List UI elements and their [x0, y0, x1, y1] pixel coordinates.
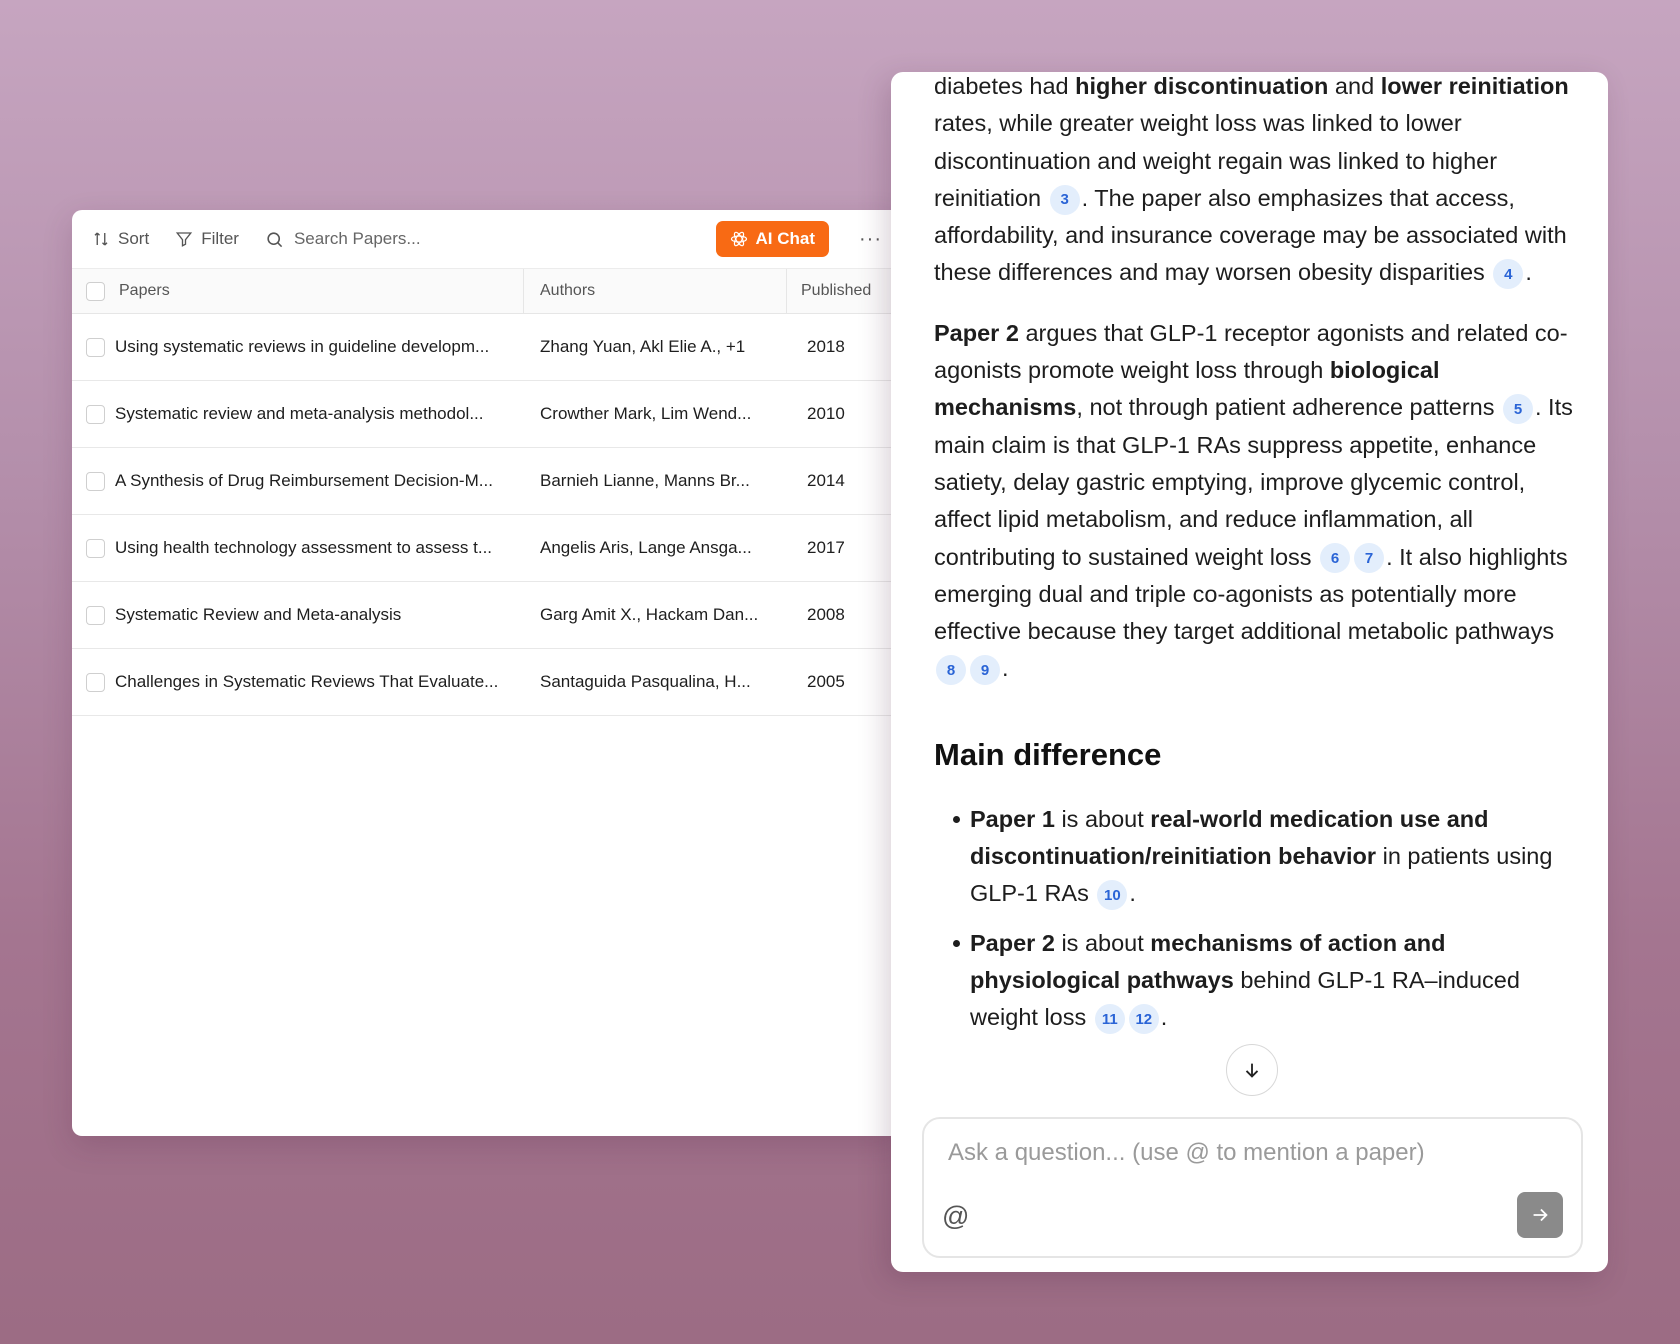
chat-composer: @ [922, 1117, 1583, 1258]
paper-authors: Angelis Aris, Lange Ansga... [540, 538, 752, 557]
bold-span: higher discontinuation [1075, 73, 1329, 99]
citation-badge[interactable]: 5 [1503, 394, 1533, 425]
sort-label: Sort [118, 229, 150, 248]
text-span: argues that GLP-1 receptor agonists and … [934, 319, 1568, 384]
paper-year: 2014 [807, 471, 845, 490]
bold-span: lower reinitiation [1380, 73, 1569, 99]
mention-button[interactable]: @ [942, 1201, 969, 1232]
paper-title-cell: A Synthesis of Drug Reimbursement Decisi… [72, 471, 524, 491]
list-item: Paper 2 is about mechanisms of action an… [953, 925, 1574, 1037]
table-row[interactable]: Systematic Review and Meta-analysis Garg… [72, 582, 902, 649]
citation-badge[interactable]: 12 [1128, 1004, 1159, 1035]
difference-list: Paper 1 is about real-world medication u… [934, 801, 1574, 1037]
citation-badge[interactable]: 11 [1094, 1004, 1125, 1035]
paper-title-cell: Systematic review and meta-analysis meth… [72, 404, 524, 424]
paper-year: 2018 [807, 337, 845, 356]
citation-badge[interactable]: 8 [936, 655, 966, 686]
paper-title: Challenges in Systematic Reviews That Ev… [115, 672, 499, 691]
citation-badge[interactable]: 6 [1320, 543, 1351, 574]
arrow-down-icon [1245, 1063, 1259, 1078]
select-all-checkbox[interactable] [86, 281, 105, 301]
arrow-right-icon [1533, 1208, 1548, 1222]
question-input[interactable] [948, 1139, 1548, 1179]
row-checkbox[interactable] [86, 337, 105, 357]
text-span: . [1002, 655, 1009, 682]
paper-authors: Santaguida Pasqualina, H... [540, 672, 751, 691]
column-label-published: Published [801, 282, 872, 299]
row-checkbox[interactable] [86, 471, 105, 491]
row-checkbox[interactable] [86, 538, 105, 558]
papers-window: Sort Filter AI Chat ··· Papers Authors P… [72, 210, 902, 1136]
text-span: is about [1054, 805, 1151, 832]
column-header-papers[interactable]: Papers [72, 269, 524, 313]
column-header-published[interactable]: Published [787, 269, 871, 313]
bold-span: Paper 1 [970, 805, 1055, 832]
paper-title-cell: Using health technology assessment to as… [72, 538, 524, 558]
paper-title-cell: Using systematic reviews in guideline de… [72, 337, 524, 357]
paper-authors: Barnieh Lianne, Manns Br... [540, 471, 750, 490]
paper-authors: Garg Amit X., Hackam Dan... [540, 605, 759, 624]
answer-paragraph-1: diabetes had higher discontinuation and … [934, 72, 1574, 292]
paper-title-cell: Systematic Review and Meta-analysis [72, 605, 524, 625]
filter-icon [176, 232, 193, 247]
search-icon [267, 231, 283, 247]
table-row[interactable]: Systematic review and meta-analysis meth… [72, 381, 902, 448]
paper-title: Systematic Review and Meta-analysis [115, 605, 402, 624]
paper-authors: Zhang Yuan, Akl Elie A., +1 [540, 337, 746, 356]
ai-chat-panel: diabetes had higher discontinuation and … [891, 72, 1608, 1272]
text-span: . [1160, 1004, 1168, 1031]
paper-title: Using systematic reviews in guideline de… [115, 337, 490, 356]
search-input[interactable] [293, 229, 554, 249]
column-label-authors: Authors [540, 282, 596, 299]
paper-year: 2017 [807, 538, 845, 557]
text-span: . [1129, 880, 1136, 907]
row-checkbox[interactable] [86, 672, 105, 692]
table-row[interactable]: Using systematic reviews in guideline de… [72, 314, 902, 381]
scroll-to-bottom-button[interactable] [1226, 1044, 1278, 1096]
table-row[interactable]: Challenges in Systematic Reviews That Ev… [72, 649, 902, 716]
answer-paragraph-2: Paper 2 argues that GLP-1 receptor agoni… [934, 315, 1574, 688]
text-span: is about [1054, 929, 1151, 956]
citation-badge[interactable]: 10 [1097, 880, 1128, 911]
column-header-authors[interactable]: Authors [524, 269, 787, 313]
table-header: Papers Authors Published [72, 268, 902, 314]
papers-toolbar: Sort Filter AI Chat ··· [72, 210, 902, 268]
bold-span: Paper 2 [970, 929, 1055, 956]
chat-message: diabetes had higher discontinuation and … [934, 72, 1574, 1049]
ai-chat-button[interactable]: AI Chat [715, 221, 830, 257]
list-item: Paper 1 is about real-world medication u… [953, 801, 1574, 913]
sort-icon [94, 232, 108, 246]
column-label-papers: Papers [119, 282, 170, 299]
send-button[interactable] [1517, 1192, 1563, 1238]
section-heading: Main difference [934, 736, 1162, 772]
paper-title: Using health technology assessment to as… [115, 538, 493, 557]
paper-year: 2008 [807, 605, 845, 624]
more-options-button[interactable]: ··· [859, 228, 882, 251]
filter-label: Filter [201, 229, 239, 248]
atom-icon [730, 231, 747, 247]
row-checkbox[interactable] [86, 404, 105, 424]
text-span: , not through patient adherence patterns [1076, 394, 1501, 421]
row-checkbox[interactable] [86, 605, 105, 625]
text-span: and [1328, 73, 1381, 99]
paper-title-cell: Challenges in Systematic Reviews That Ev… [72, 672, 524, 692]
paper-title: A Synthesis of Drug Reimbursement Decisi… [115, 471, 493, 490]
citation-badge[interactable]: 4 [1493, 259, 1524, 290]
bold-span: Paper 2 [934, 319, 1019, 346]
search-box [265, 229, 690, 249]
citation-badge[interactable]: 9 [970, 655, 1000, 686]
table-row[interactable]: Using health technology assessment to as… [72, 515, 902, 582]
paper-year: 2005 [807, 672, 845, 691]
paper-year: 2010 [807, 404, 845, 423]
paper-title: Systematic review and meta-analysis meth… [115, 404, 484, 423]
text-span: . [1525, 259, 1532, 286]
paper-authors: Crowther Mark, Lim Wend... [540, 404, 752, 423]
sort-button[interactable]: Sort [92, 229, 149, 249]
citation-badge[interactable]: 3 [1049, 184, 1080, 215]
citation-badge[interactable]: 7 [1354, 543, 1385, 574]
text-span: diabetes had [934, 73, 1076, 99]
table-row[interactable]: A Synthesis of Drug Reimbursement Decisi… [72, 448, 902, 515]
filter-button[interactable]: Filter [175, 229, 239, 249]
ai-chat-label: AI Chat [755, 229, 816, 248]
